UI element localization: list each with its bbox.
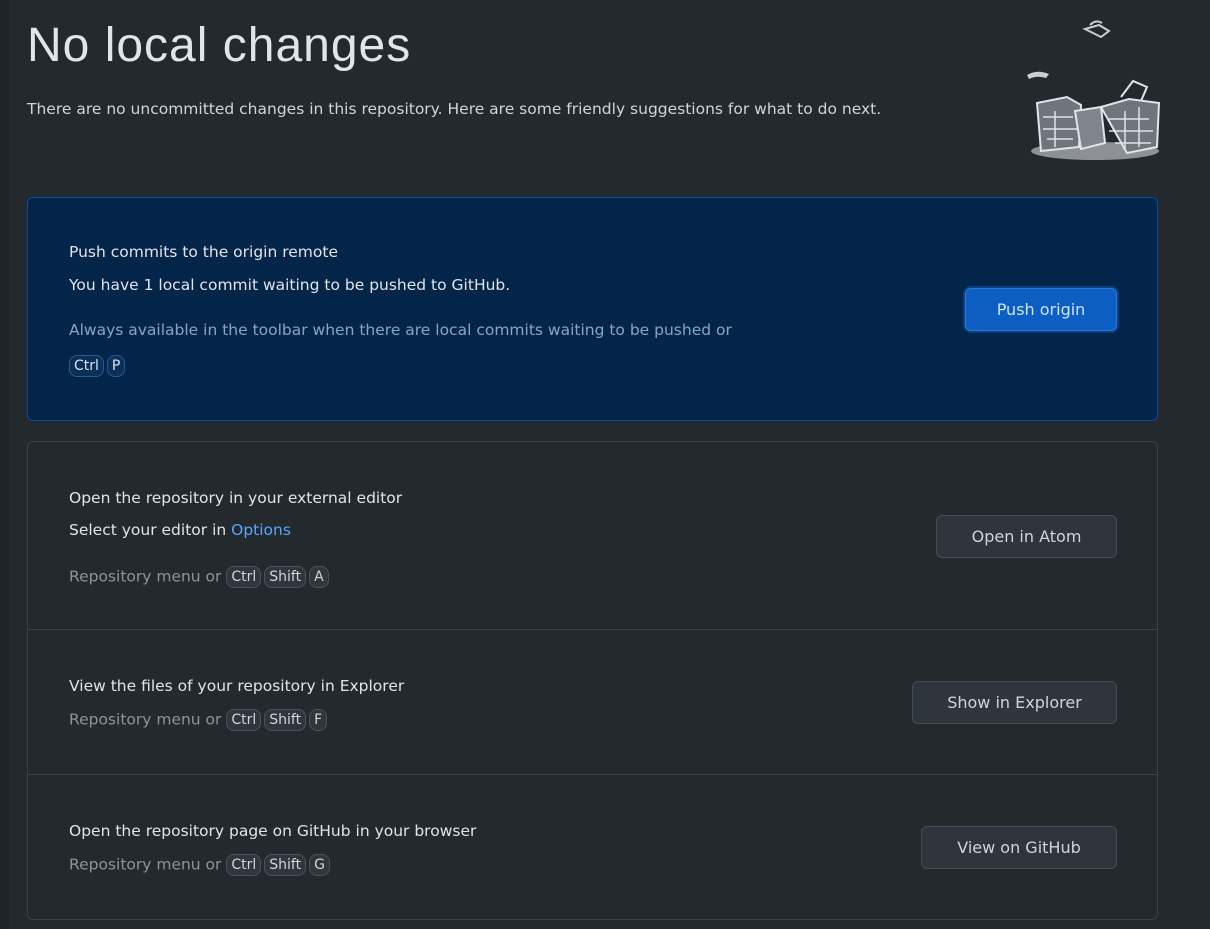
kbd-ctrl: Ctrl xyxy=(226,566,262,588)
header: No local changes There are no uncommitte… xyxy=(27,0,1160,195)
open-editor-row: Open the repository in your external edi… xyxy=(28,442,1157,630)
github-hint-text: Repository menu or xyxy=(69,855,222,874)
editor-hint-text: Repository menu or xyxy=(69,567,222,586)
editor-row-title: Open the repository in your external edi… xyxy=(69,489,403,507)
push-commits-card: Push commits to the origin remote You ha… xyxy=(27,197,1158,421)
explorer-row-title: View the files of your repository in Exp… xyxy=(69,677,405,695)
show-explorer-row: View the files of your repository in Exp… xyxy=(28,630,1157,775)
no-changes-view: No local changes There are no uncommitte… xyxy=(0,0,1210,929)
kbd-p: P xyxy=(106,355,126,377)
empty-state-illustration xyxy=(1027,20,1160,160)
explorer-hint-text: Repository menu or xyxy=(69,710,222,729)
push-card-shortcut: Ctrl P xyxy=(69,355,128,377)
suggestions-card-group: Open the repository in your external edi… xyxy=(27,441,1158,920)
kbd-a: A xyxy=(309,566,329,588)
kbd-shift: Shift xyxy=(264,709,307,731)
show-in-explorer-button[interactable]: Show in Explorer xyxy=(912,681,1117,724)
options-link[interactable]: Options xyxy=(231,521,291,539)
push-origin-button[interactable]: Push origin xyxy=(965,288,1117,331)
view-on-github-button[interactable]: View on GitHub xyxy=(921,826,1117,869)
push-card-hint: Always available in the toolbar when the… xyxy=(69,321,732,339)
kbd-f: F xyxy=(309,709,328,731)
page-subtitle: There are no uncommitted changes in this… xyxy=(27,100,882,118)
kbd-g: G xyxy=(309,854,330,876)
push-card-title: Push commits to the origin remote xyxy=(69,243,338,261)
github-row-title: Open the repository page on GitHub in yo… xyxy=(69,822,477,840)
kbd-ctrl: Ctrl xyxy=(69,355,104,377)
page-title: No local changes xyxy=(27,19,412,72)
left-divider xyxy=(0,0,9,929)
view-github-row: Open the repository page on GitHub in yo… xyxy=(28,775,1157,919)
editor-row-hint: Repository menu or Ctrl Shift A xyxy=(69,566,332,588)
editor-row-description: Select your editor in Options xyxy=(69,521,291,539)
kbd-shift: Shift xyxy=(264,566,307,588)
open-in-atom-button[interactable]: Open in Atom xyxy=(936,515,1117,558)
kbd-shift: Shift xyxy=(264,854,307,876)
push-card-description: You have 1 local commit waiting to be pu… xyxy=(69,276,511,294)
content-area: No local changes There are no uncommitte… xyxy=(27,0,1160,920)
editor-description-prefix: Select your editor in xyxy=(69,521,232,539)
kbd-ctrl: Ctrl xyxy=(226,854,262,876)
github-row-hint: Repository menu or Ctrl Shift G xyxy=(69,854,333,876)
kbd-ctrl: Ctrl xyxy=(226,709,262,731)
explorer-row-hint: Repository menu or Ctrl Shift F xyxy=(69,709,330,731)
